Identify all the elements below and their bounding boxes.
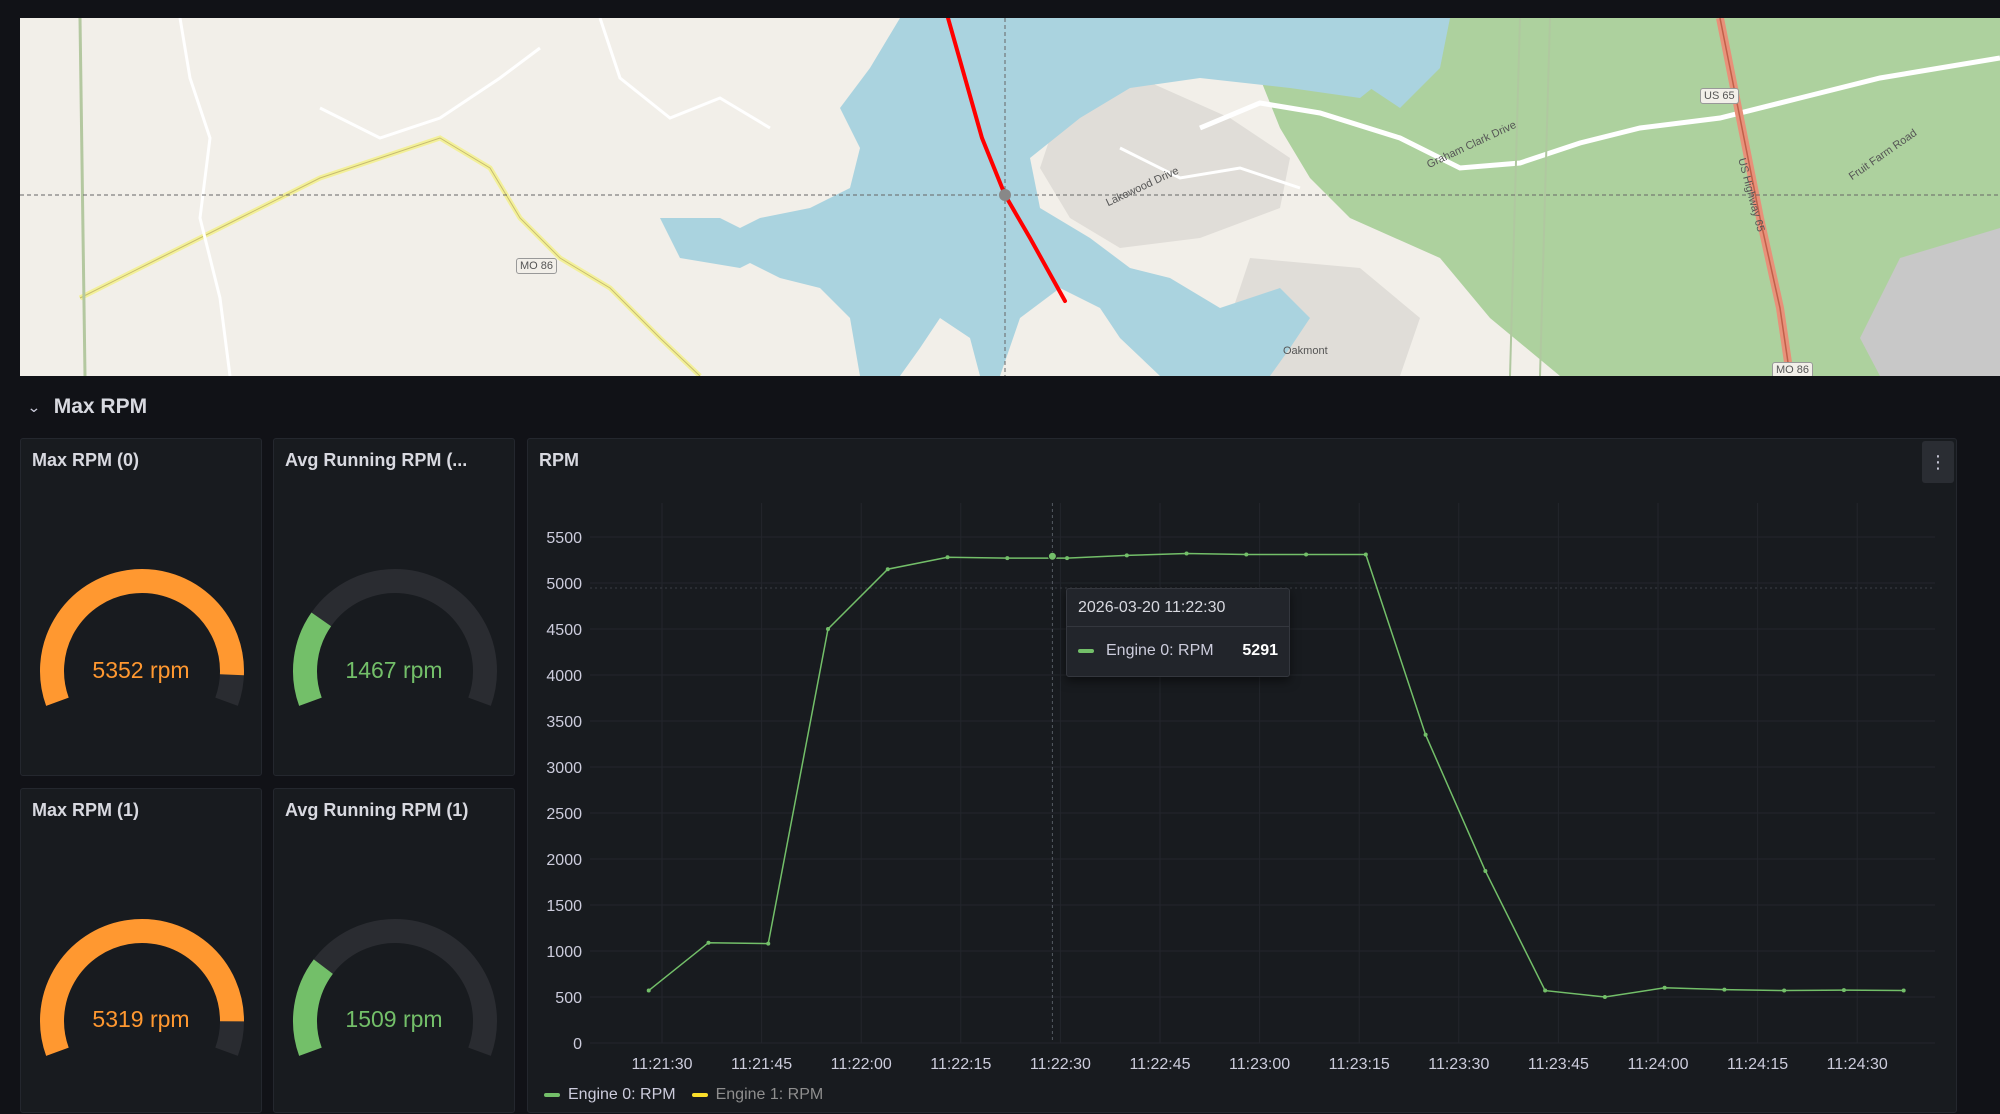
gauge-track bbox=[293, 919, 497, 1056]
vertical-dots-icon: ⋮ bbox=[1929, 451, 1947, 472]
legend-swatch bbox=[544, 1093, 560, 1097]
legend-item-engine-1[interactable]: Engine 1: RPM bbox=[691, 1086, 824, 1104]
row-title: Max RPM bbox=[53, 395, 148, 418]
panel-title: RPM bbox=[539, 450, 579, 470]
track-position-marker bbox=[999, 189, 1011, 201]
panel-menu-button[interactable]: ⋮ bbox=[1922, 441, 1954, 483]
gauge-panel-max-rpm-1[interactable]: Max RPM (1) 5319 rpm bbox=[20, 788, 262, 1113]
map-label-mo86-east: MO 86 bbox=[1772, 362, 1814, 376]
gauge-panel-max-rpm-0[interactable]: Max RPM (0) 5352 rpm bbox=[20, 438, 262, 776]
gauge-value: 1467 rpm bbox=[345, 657, 443, 683]
legend-item-engine-0[interactable]: Engine 0: RPM bbox=[544, 1086, 676, 1104]
tooltip-time: 2026-03-20 11:22:30 bbox=[1078, 599, 1226, 616]
tooltip-series-name: Engine 0: RPM bbox=[1106, 642, 1214, 659]
chart-tooltip: 2026-03-20 11:22:30 Engine 0: RPM 5291 bbox=[1066, 588, 1290, 677]
top-bar bbox=[0, 0, 2000, 18]
gauge-dial bbox=[293, 919, 497, 1056]
gauge-value: 1509 rpm bbox=[345, 1006, 443, 1032]
chevron-down-icon: ⌄ bbox=[26, 398, 41, 415]
rpm-timeseries-panel[interactable]: RPM ⋮ bbox=[527, 438, 1957, 1113]
road-mo86 bbox=[78, 135, 702, 376]
tooltip-series-swatch bbox=[1078, 649, 1094, 653]
map-label-oakmont: Oakmont bbox=[1283, 345, 1328, 357]
gauge-fill bbox=[40, 919, 244, 1056]
row-collapse-toggle[interactable]: ⌄ Max RPM bbox=[26, 392, 148, 422]
gauge-dial bbox=[40, 919, 244, 1056]
gauge-value: 5352 rpm bbox=[92, 657, 190, 683]
gauge-panel-avg-running-rpm-0[interactable]: Avg Running RPM (... 1467 rpm bbox=[273, 438, 515, 776]
map-label-mo86-west: MO 86 bbox=[516, 258, 558, 274]
gauge-dial bbox=[293, 569, 497, 706]
map-label-us65: US 65 bbox=[1700, 88, 1739, 104]
gauge-dial bbox=[40, 569, 244, 706]
tooltip-value: 5291 bbox=[1242, 642, 1278, 659]
gauge-panel-avg-running-rpm-1[interactable]: Avg Running RPM (1) 1509 rpm bbox=[273, 788, 515, 1113]
legend-label: Engine 1: RPM bbox=[715, 1086, 824, 1103]
legend-swatch bbox=[691, 1093, 708, 1097]
map-panel[interactable]: MO 86 US 65 Graham Clark Drive Lakewood … bbox=[20, 18, 2000, 376]
map-canvas[interactable] bbox=[20, 18, 2000, 376]
chart-legend: Engine 0: RPM Engine 1: RPM bbox=[544, 1086, 823, 1104]
gauge-value: 5319 rpm bbox=[92, 1006, 190, 1032]
legend-label: Engine 0: RPM bbox=[568, 1086, 676, 1103]
